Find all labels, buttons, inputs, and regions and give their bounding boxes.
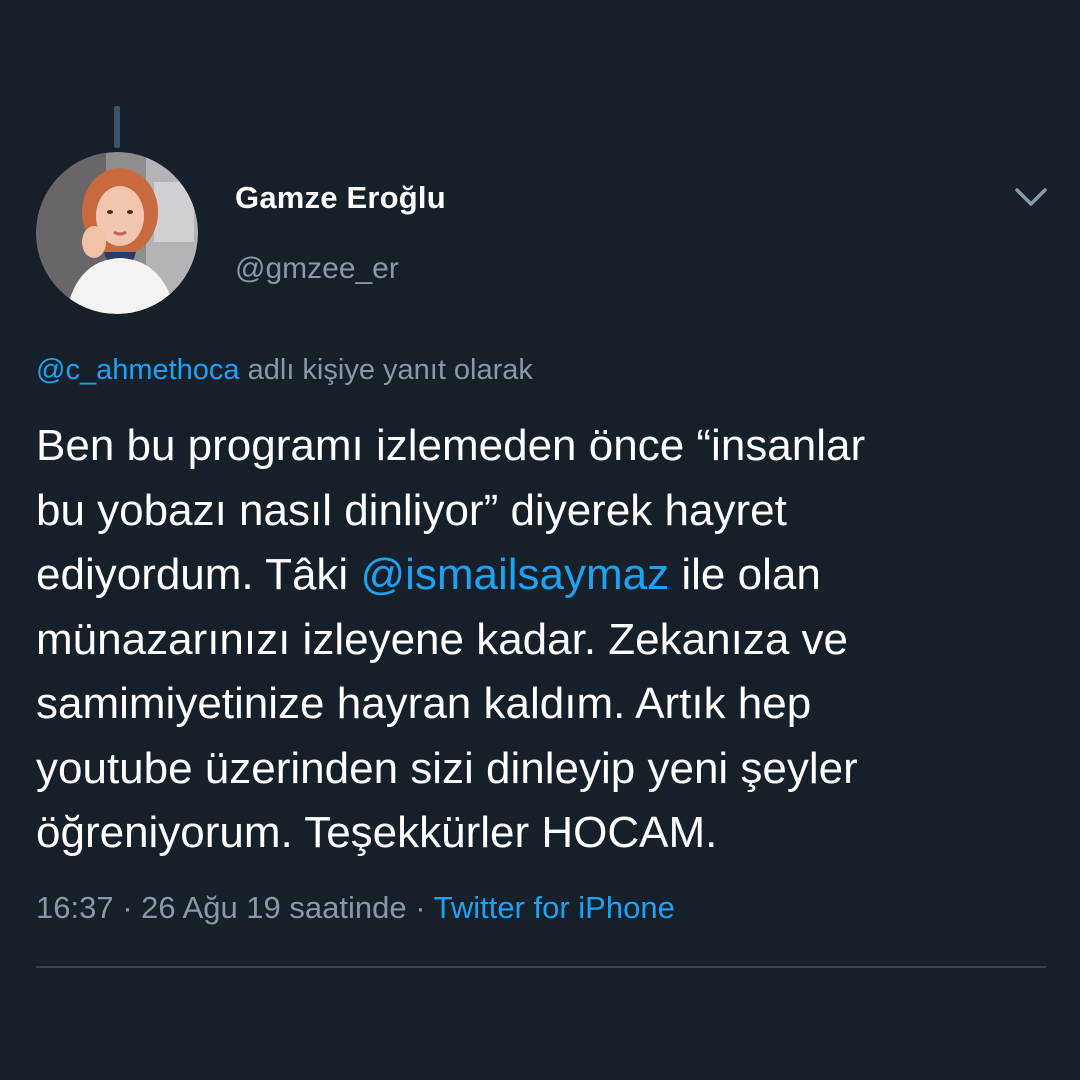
thread-connector-line bbox=[114, 106, 120, 148]
tweet-line: youtube üzerinden sizi dinleyip yeni şey… bbox=[36, 743, 858, 793]
tweet-line-text: ile olan bbox=[669, 550, 821, 599]
reply-mention-link[interactable]: @c_ahmethoca bbox=[36, 354, 240, 386]
author-display-name[interactable]: Gamze Eroğlu bbox=[235, 180, 446, 216]
tweet-line-text: ediyordum. Tâki bbox=[36, 550, 361, 599]
meta-separator: · bbox=[406, 890, 434, 925]
tweet-mention-link[interactable]: @ismailsaymaz bbox=[360, 550, 669, 599]
tweet-meta: 16:37 · 26 Ağu 19 saatinde · Twitter for… bbox=[36, 890, 675, 926]
tweet-line: ediyordum. Tâki @ismailsaymaz ile olan bbox=[36, 543, 1046, 608]
reply-context-text: adlı kişiye yanıt olarak bbox=[239, 354, 533, 386]
tweet-line: münazarınızı izleyene kadar. Zekanıza ve bbox=[36, 614, 848, 664]
tweet-date[interactable]: 26 Ağu 19 saatinde bbox=[141, 890, 406, 925]
tweet-body: Ben bu programı izlemeden önce “insanlar… bbox=[36, 414, 1046, 866]
tweet-line: samimiyetinize hayran kaldım. Artık hep bbox=[36, 679, 812, 728]
tweet-detail-view: Gamze Eroğlu @gmzee_er @c_ahmethoca adlı… bbox=[0, 0, 1080, 1080]
tweet-source-link[interactable]: Twitter for iPhone bbox=[434, 890, 675, 925]
tweet-line: Ben bu programı izlemeden önce “insanlar bbox=[36, 421, 866, 470]
tweet-time[interactable]: 16:37 bbox=[36, 890, 114, 925]
tweet-line: bu yobazı nasıl dinliyor” diyerek hayret bbox=[36, 485, 787, 535]
divider bbox=[36, 966, 1046, 968]
profile-photo bbox=[36, 152, 198, 314]
meta-separator: · bbox=[113, 890, 142, 925]
chevron-down-icon[interactable] bbox=[1013, 182, 1049, 212]
reply-context: @c_ahmethoca adlı kişiye yanıt olarak bbox=[36, 354, 533, 387]
tweet-line: öğreniyorum. Teşekkürler HOCAM. bbox=[36, 808, 718, 857]
avatar[interactable] bbox=[36, 152, 198, 314]
author-handle[interactable]: @gmzee_er bbox=[235, 252, 399, 286]
